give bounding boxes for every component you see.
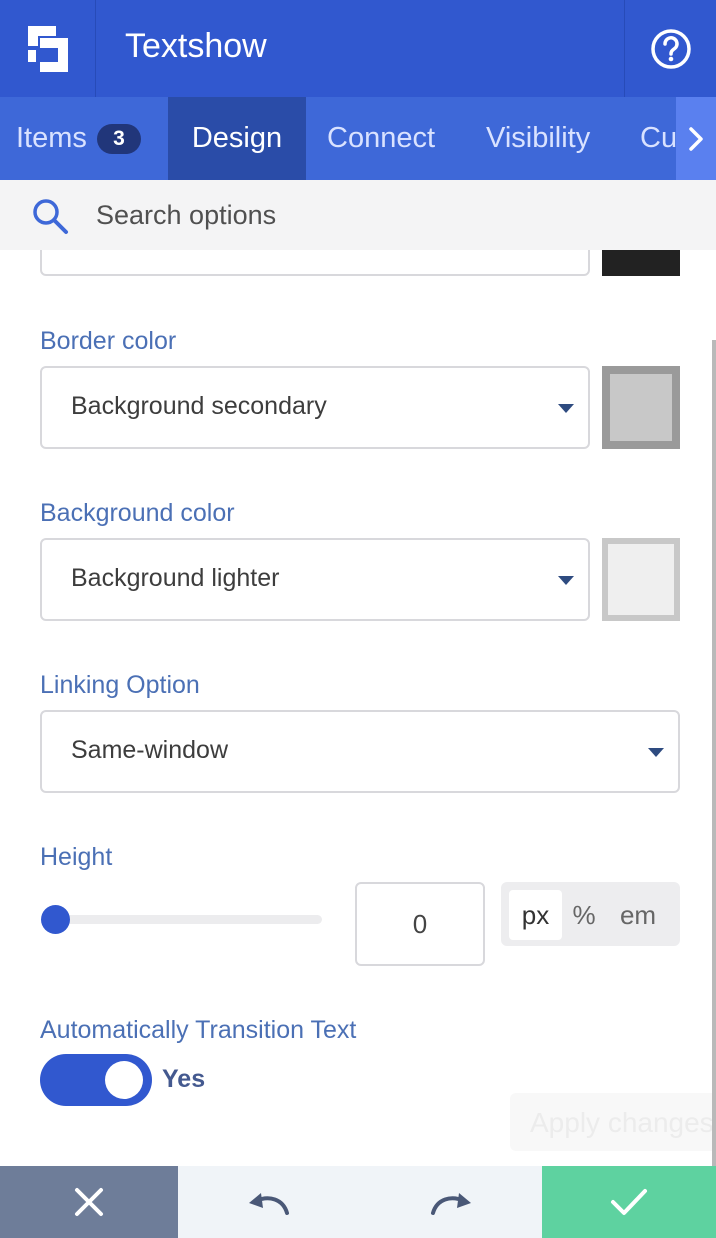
tab-connect[interactable]: Connect bbox=[327, 97, 435, 180]
border-color-select[interactable]: Background secondary bbox=[40, 366, 590, 449]
background-color-select[interactable]: Background lighter bbox=[40, 538, 590, 621]
border-color-swatch[interactable] bbox=[602, 366, 680, 449]
search-icon bbox=[33, 199, 68, 234]
height-input[interactable] bbox=[355, 882, 485, 966]
toggle-knob bbox=[105, 1061, 143, 1099]
tab-visibility[interactable]: Visibility bbox=[486, 97, 590, 180]
app-title: Textshow bbox=[125, 27, 267, 65]
app-header: Textshow bbox=[0, 0, 716, 97]
border-color-label: Border color bbox=[40, 327, 177, 355]
redo-button[interactable] bbox=[360, 1166, 542, 1238]
redo-icon bbox=[431, 1193, 471, 1215]
tab-custom[interactable]: Cu bbox=[640, 97, 677, 180]
chevron-right-icon bbox=[689, 126, 703, 151]
app-logo[interactable] bbox=[0, 0, 96, 97]
auto-transition-label: Automatically Transition Text bbox=[40, 1016, 357, 1044]
auto-transition-toggle[interactable] bbox=[40, 1054, 152, 1106]
tab-label: Cu bbox=[640, 122, 678, 154]
height-label: Height bbox=[40, 843, 113, 871]
help-icon bbox=[650, 28, 691, 69]
background-color-swatch[interactable] bbox=[602, 538, 680, 621]
logo-icon bbox=[27, 25, 68, 72]
tab-label: Connect bbox=[327, 122, 436, 154]
items-count-badge: 3 bbox=[96, 123, 141, 154]
tab-label: Items bbox=[16, 122, 87, 154]
checkmark-icon bbox=[611, 1189, 647, 1215]
undo-icon bbox=[249, 1193, 289, 1215]
auto-transition-state: Yes bbox=[162, 1065, 206, 1093]
tab-bar: Items 3 Design Connect Visibility Cu bbox=[0, 97, 716, 180]
background-color-label: Background color bbox=[40, 499, 235, 527]
tab-items[interactable]: Items 3 bbox=[16, 97, 141, 180]
tab-label: Visibility bbox=[486, 122, 591, 154]
chevron-down-icon bbox=[558, 576, 574, 585]
unit-px-button[interactable]: px bbox=[509, 890, 562, 940]
height-slider-handle[interactable] bbox=[41, 905, 70, 934]
help-button[interactable] bbox=[624, 0, 716, 97]
previous-select-field[interactable] bbox=[40, 250, 590, 276]
save-button[interactable] bbox=[542, 1166, 716, 1238]
apply-changes-button[interactable]: Apply changes bbox=[510, 1093, 716, 1151]
search-input[interactable] bbox=[96, 194, 676, 236]
unit-percent-button[interactable]: % bbox=[564, 890, 604, 940]
linking-option-select[interactable]: Same-window bbox=[40, 710, 680, 793]
cancel-button[interactable] bbox=[0, 1166, 178, 1238]
background-color-value: Background lighter bbox=[71, 564, 280, 592]
unit-em-button[interactable]: em bbox=[607, 890, 669, 940]
tab-scroll-right-button[interactable] bbox=[676, 97, 716, 180]
scrollbar[interactable] bbox=[712, 340, 716, 1166]
linking-option-label: Linking Option bbox=[40, 671, 200, 699]
tab-design[interactable]: Design bbox=[168, 97, 306, 180]
border-color-value: Background secondary bbox=[71, 392, 327, 420]
chevron-down-icon bbox=[648, 748, 664, 757]
close-icon bbox=[75, 1188, 103, 1216]
undo-button[interactable] bbox=[178, 1166, 360, 1238]
action-footer bbox=[0, 1166, 716, 1238]
linking-option-value: Same-window bbox=[71, 736, 229, 764]
chevron-down-icon bbox=[558, 404, 574, 413]
search-bar bbox=[0, 180, 716, 250]
height-slider-track[interactable] bbox=[56, 915, 322, 924]
height-unit-switcher: px % em bbox=[501, 882, 680, 946]
tab-label: Design bbox=[191, 122, 283, 154]
previous-color-swatch[interactable] bbox=[602, 250, 680, 276]
